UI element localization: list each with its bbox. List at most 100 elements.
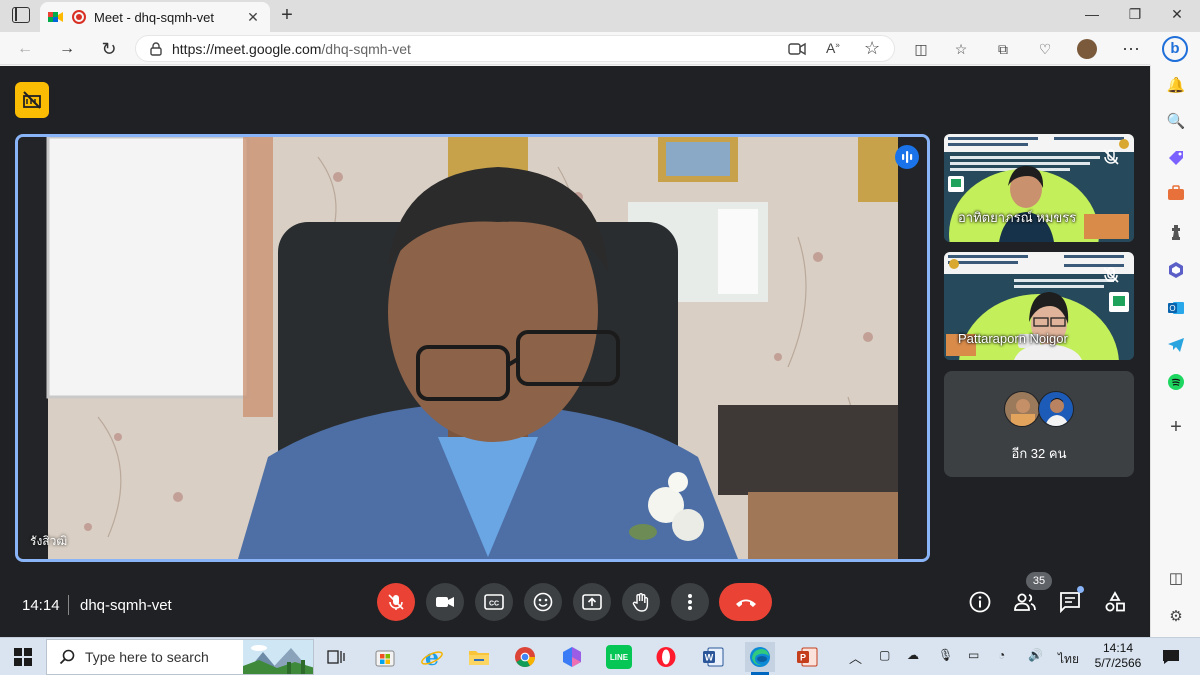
recording-icon bbox=[72, 10, 86, 24]
tab-close-icon[interactable]: ✕ bbox=[244, 9, 262, 26]
back-icon[interactable]: ← bbox=[14, 38, 36, 60]
hide-sidebar-icon[interactable]: ◫ bbox=[1164, 567, 1188, 591]
google-meet-icon bbox=[48, 12, 63, 22]
present-screen-icon bbox=[582, 594, 602, 610]
taskbar-time: 14:14 bbox=[1102, 641, 1134, 655]
bing-copilot-icon[interactable]: b bbox=[1162, 36, 1188, 62]
video-camera-icon bbox=[436, 597, 454, 607]
restore-icon[interactable]: ❐ bbox=[1125, 6, 1145, 23]
refresh-icon[interactable]: ↻ bbox=[98, 38, 120, 60]
url-text: https://meet.google.com/dhq-sqmh-vet bbox=[172, 41, 411, 57]
split-screen-icon[interactable]: ◫ bbox=[910, 38, 932, 60]
taskbar-date: 5/7/2566 bbox=[1094, 656, 1142, 670]
url-host: https://meet.google.com bbox=[172, 40, 322, 57]
chat-button[interactable] bbox=[1056, 586, 1084, 616]
microphone-toggle-button[interactable] bbox=[377, 583, 415, 621]
notification-center-icon[interactable] bbox=[1156, 642, 1186, 672]
raise-hand-button[interactable] bbox=[622, 583, 660, 621]
copilot-area: b bbox=[1150, 32, 1200, 65]
wifi-icon[interactable]: ◔ bbox=[998, 648, 1005, 662]
favorite-star-icon[interactable]: ☆ bbox=[864, 38, 880, 59]
tools-briefcase-icon[interactable] bbox=[1164, 185, 1188, 209]
show-hidden-icons-chevron-icon[interactable]: ︿ bbox=[849, 648, 862, 667]
shopping-tag-icon[interactable] bbox=[1164, 149, 1188, 173]
more-menu-icon[interactable]: ⋯ bbox=[1120, 38, 1142, 60]
vertical-dots-icon bbox=[688, 594, 692, 610]
taskbar-search-box[interactable]: Type here to search bbox=[46, 639, 314, 675]
reactions-button[interactable] bbox=[524, 583, 562, 621]
meet-control-bar: 14:14 dhq-sqmh-vet CC 35 bbox=[0, 571, 1150, 637]
notifications-bell-icon[interactable]: 🔔 bbox=[1164, 74, 1188, 98]
svg-text:W: W bbox=[705, 653, 714, 663]
copilot-app-icon[interactable] bbox=[557, 642, 587, 672]
spotify-icon[interactable] bbox=[1164, 373, 1188, 397]
microsoft-store-icon[interactable] bbox=[370, 642, 400, 672]
hang-up-icon bbox=[735, 599, 756, 607]
telegram-icon[interactable] bbox=[1164, 337, 1188, 361]
minimize-icon[interactable]: — bbox=[1082, 6, 1102, 22]
close-window-icon[interactable]: ✕ bbox=[1167, 6, 1187, 23]
search-icon[interactable]: 🔍 bbox=[1164, 110, 1188, 134]
microphone-tray-icon[interactable]: 🎙 bbox=[938, 648, 953, 662]
lock-icon[interactable] bbox=[150, 41, 162, 56]
microsoft-365-icon[interactable] bbox=[1164, 261, 1188, 285]
games-chess-icon[interactable] bbox=[1164, 223, 1188, 247]
meeting-clock: 14:14 bbox=[22, 597, 60, 614]
input-language[interactable]: ไทย bbox=[1058, 650, 1079, 669]
device-tray-icon[interactable]: ▢ bbox=[879, 648, 890, 662]
participant-tile-1[interactable]: อาทิตยาภรณ์ หมขรร bbox=[944, 134, 1134, 242]
search-placeholder: Type here to search bbox=[85, 649, 209, 665]
add-sidebar-app-icon[interactable]: + bbox=[1164, 415, 1188, 439]
main-speaker-video[interactable]: รังสิวฒิ bbox=[15, 134, 930, 562]
chrome-icon[interactable] bbox=[510, 642, 540, 672]
connection-warning-button[interactable] bbox=[15, 82, 49, 118]
raise-hand-icon bbox=[632, 593, 649, 612]
taskbar-clock[interactable]: 14:14 5/7/2566 bbox=[1088, 641, 1148, 671]
sidebar-settings-gear-icon[interactable]: ⚙ bbox=[1164, 605, 1188, 629]
participant-avatar bbox=[1004, 391, 1040, 427]
leave-call-button[interactable] bbox=[719, 583, 772, 621]
search-icon bbox=[59, 649, 75, 665]
collections-icon[interactable]: ⧉ bbox=[992, 38, 1014, 60]
browser-essentials-icon[interactable]: ♡ bbox=[1034, 38, 1056, 60]
more-options-button[interactable] bbox=[671, 583, 709, 621]
other-participants-tile[interactable]: อีก 32 คน bbox=[944, 371, 1134, 477]
outlook-icon[interactable]: O bbox=[1164, 299, 1188, 323]
meeting-details-button[interactable] bbox=[966, 588, 994, 616]
windows-start-icon[interactable] bbox=[8, 642, 38, 672]
powerpoint-icon[interactable]: P bbox=[792, 642, 822, 672]
browser-toolbar: ← → ↻ https://meet.google.com/dhq-sqmh-v… bbox=[0, 32, 1200, 65]
people-icon bbox=[1014, 593, 1036, 611]
profile-avatar[interactable] bbox=[1076, 38, 1098, 60]
participant-tile-2[interactable]: Pattaraporn Noigor bbox=[944, 252, 1134, 360]
task-view-icon[interactable] bbox=[322, 642, 352, 672]
camera-toggle-button[interactable] bbox=[426, 583, 464, 621]
present-screen-button[interactable] bbox=[573, 583, 611, 621]
activities-button[interactable] bbox=[1101, 588, 1129, 616]
main-speaker-name: รังสิวฒิ bbox=[30, 534, 68, 548]
favorites-icon[interactable]: ☆ bbox=[950, 38, 972, 60]
volume-icon[interactable]: 🔊 bbox=[1028, 648, 1043, 662]
edge-browser-icon[interactable] bbox=[745, 642, 775, 675]
file-explorer-icon[interactable] bbox=[464, 642, 494, 672]
read-aloud-icon[interactable]: A» bbox=[826, 40, 840, 56]
muted-mic-icon bbox=[1103, 267, 1119, 283]
unread-dot bbox=[1077, 586, 1084, 593]
shapes-activities-icon bbox=[1105, 591, 1125, 612]
participant-avatar bbox=[1038, 391, 1074, 427]
browser-tab-meet[interactable]: Meet - dhq-sqmh-vet ✕ bbox=[40, 2, 270, 32]
battery-icon[interactable]: ▭ bbox=[968, 648, 979, 662]
captions-button[interactable]: CC bbox=[475, 583, 513, 621]
people-button[interactable] bbox=[1011, 588, 1039, 616]
new-tab-button[interactable]: + bbox=[276, 5, 298, 27]
mic-off-icon bbox=[388, 594, 404, 610]
address-bar[interactable]: https://meet.google.com/dhq-sqmh-vet A» … bbox=[135, 35, 895, 62]
onedrive-cloud-icon[interactable]: ☁ bbox=[907, 648, 919, 662]
camera-permission-icon[interactable] bbox=[788, 42, 806, 56]
opera-icon[interactable] bbox=[651, 642, 681, 672]
forward-icon[interactable]: → bbox=[56, 38, 78, 60]
internet-explorer-icon[interactable]: e bbox=[417, 642, 447, 672]
word-icon[interactable]: W bbox=[698, 642, 728, 672]
line-app-icon[interactable]: LINE bbox=[604, 642, 634, 672]
tab-actions-icon[interactable] bbox=[12, 7, 30, 23]
